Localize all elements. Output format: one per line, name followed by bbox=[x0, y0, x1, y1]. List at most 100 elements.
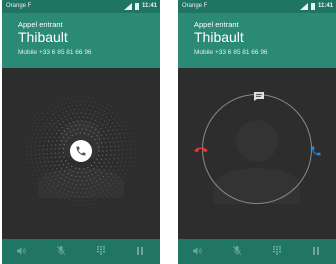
glow-dot bbox=[89, 121, 91, 123]
decline-phone-icon[interactable] bbox=[194, 146, 208, 156]
glow-dot bbox=[93, 123, 95, 125]
glow-dot bbox=[56, 185, 58, 187]
glow-dot bbox=[95, 194, 97, 196]
glow-dot bbox=[129, 128, 131, 130]
glow-dot bbox=[52, 160, 54, 163]
hold-icon[interactable] bbox=[306, 246, 326, 257]
glow-dot bbox=[44, 109, 47, 111]
glow-dot bbox=[29, 133, 31, 136]
glow-dot bbox=[71, 134, 73, 136]
glow-dot bbox=[32, 182, 34, 184]
glow-dot bbox=[93, 177, 95, 179]
glow-dot bbox=[30, 154, 32, 156]
glow-dot bbox=[58, 152, 60, 154]
glow-dot bbox=[133, 140, 135, 142]
glow-dot bbox=[67, 163, 70, 165]
glow-dot bbox=[55, 102, 57, 104]
glow-dot bbox=[103, 101, 105, 103]
dialpad-icon[interactable] bbox=[267, 246, 287, 257]
message-icon[interactable] bbox=[254, 92, 264, 101]
glow-dot bbox=[120, 180, 122, 182]
glow-dot bbox=[32, 126, 34, 128]
glow-dot bbox=[112, 112, 114, 114]
glow-dot bbox=[75, 167, 77, 169]
glow-dot bbox=[31, 119, 33, 121]
glow-dot bbox=[85, 92, 87, 94]
glow-dot bbox=[55, 188, 57, 190]
glow-dot bbox=[98, 103, 100, 105]
glow-dot bbox=[99, 192, 101, 194]
glow-dot bbox=[73, 179, 75, 181]
glow-dot bbox=[31, 158, 33, 160]
glow-dot bbox=[106, 166, 108, 168]
glow-dot bbox=[112, 102, 114, 104]
glow-dot bbox=[39, 129, 41, 131]
glow-dot bbox=[106, 146, 108, 148]
glow-dot bbox=[52, 140, 54, 142]
mute-icon[interactable] bbox=[227, 245, 247, 257]
glow-dot bbox=[121, 121, 123, 123]
glow-dot bbox=[51, 186, 53, 188]
glow-dot bbox=[107, 113, 109, 115]
answer-phone-icon[interactable] bbox=[310, 145, 322, 157]
glow-dot bbox=[119, 192, 121, 195]
dialpad-icon[interactable] bbox=[91, 246, 111, 257]
glow-dot bbox=[117, 141, 119, 143]
glow-dot bbox=[39, 109, 41, 111]
glow-dot bbox=[30, 150, 32, 152]
hold-icon[interactable] bbox=[130, 246, 150, 257]
glow-dot bbox=[130, 148, 132, 150]
glow-dot bbox=[103, 199, 105, 201]
glow-dot bbox=[85, 171, 87, 173]
glow-dot bbox=[67, 173, 69, 175]
glow-dot bbox=[134, 148, 136, 150]
glow-dot bbox=[73, 187, 76, 189]
glow-dot bbox=[121, 157, 123, 159]
call-controls-bar bbox=[178, 239, 336, 264]
glow-dot bbox=[96, 158, 98, 160]
glow-dot bbox=[114, 145, 116, 147]
glow-dot bbox=[127, 132, 129, 134]
glow-dot bbox=[87, 175, 89, 177]
glow-dot bbox=[56, 194, 59, 196]
glow-dot bbox=[33, 166, 35, 168]
glow-dot bbox=[117, 169, 119, 171]
glow-dot bbox=[43, 157, 45, 159]
glow-dot bbox=[86, 100, 88, 102]
caller-name: Thibault bbox=[18, 29, 68, 45]
glow-dot bbox=[84, 104, 86, 106]
answer-handle-button[interactable] bbox=[70, 140, 92, 162]
glow-dot bbox=[117, 111, 119, 113]
glow-dot bbox=[110, 145, 112, 148]
glow-dot bbox=[105, 116, 107, 119]
glow-dot bbox=[46, 119, 48, 121]
glow-dot bbox=[127, 116, 129, 118]
glow-dot bbox=[51, 144, 53, 146]
glow-dot bbox=[26, 171, 28, 173]
glow-dot bbox=[50, 110, 52, 112]
glow-dot bbox=[83, 124, 85, 126]
glow-dot bbox=[136, 164, 138, 166]
glow-dot bbox=[86, 187, 88, 190]
glow-dot bbox=[137, 139, 139, 141]
glow-dot bbox=[101, 181, 103, 183]
glow-dot bbox=[40, 161, 42, 163]
speaker-icon[interactable] bbox=[12, 246, 32, 257]
glow-dot bbox=[93, 198, 95, 200]
glow-dot bbox=[89, 170, 91, 172]
mute-icon[interactable] bbox=[51, 245, 71, 257]
glow-dot bbox=[33, 133, 35, 135]
glow-dot bbox=[55, 156, 57, 158]
glow-dot bbox=[43, 177, 45, 179]
glow-dot bbox=[100, 118, 102, 120]
glow-dot bbox=[47, 157, 49, 159]
glow-dot bbox=[37, 133, 39, 135]
glow-dot bbox=[81, 92, 83, 94]
speaker-icon[interactable] bbox=[188, 246, 208, 257]
glow-dot bbox=[125, 161, 127, 163]
glow-dot bbox=[107, 162, 110, 164]
glow-dot bbox=[91, 173, 93, 175]
glow-dot bbox=[123, 176, 125, 178]
glow-dot bbox=[23, 163, 26, 165]
glow-dot bbox=[136, 135, 138, 137]
